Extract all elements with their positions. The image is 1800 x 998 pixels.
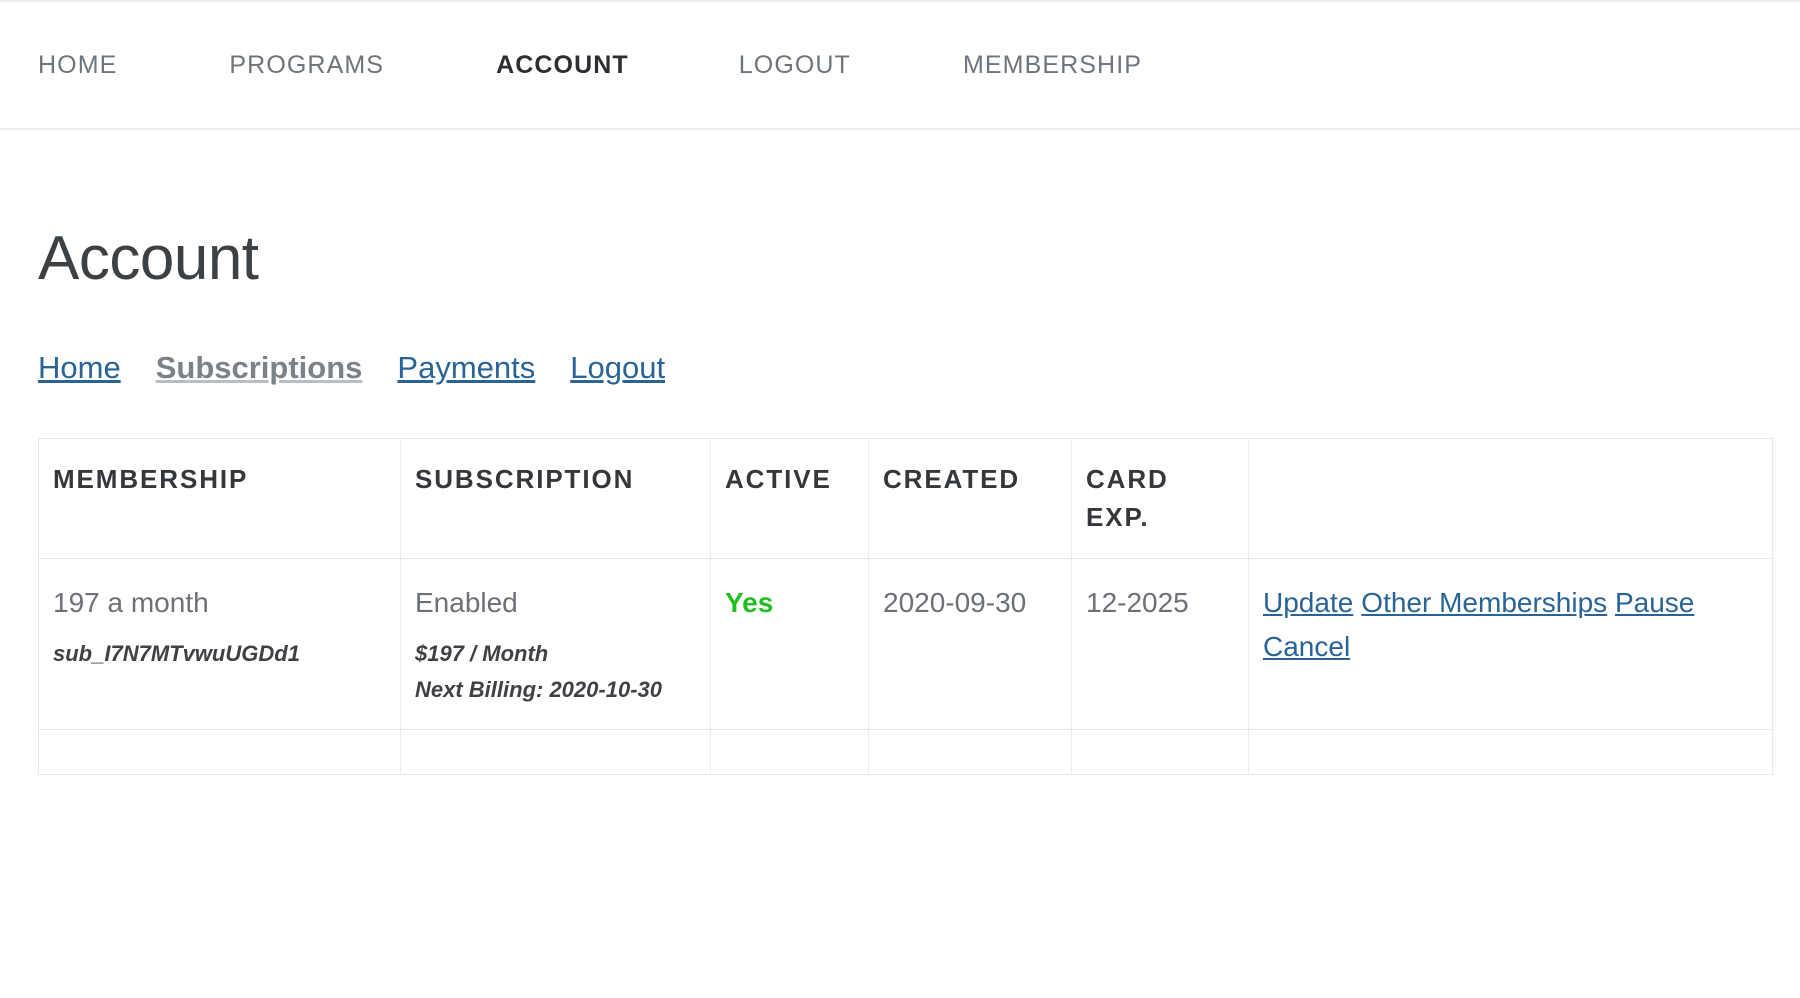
cell-actions: Update Other Memberships Pause Cancel xyxy=(1249,559,1773,730)
table-body: 197 a month sub_I7N7MTvwuUGDd1 Enabled $… xyxy=(39,559,1773,775)
subnav-item-subscriptions[interactable]: Subscriptions xyxy=(156,350,363,386)
main-content: Account Home Subscriptions Payments Logo… xyxy=(0,130,1800,775)
membership-name: 197 a month xyxy=(53,581,386,624)
site-header: HOME PROGRAMS ACCOUNT LOGOUT MEMBERSHIP xyxy=(0,0,1800,130)
cell-subscription xyxy=(401,729,711,774)
column-header-active: ACTIVE xyxy=(711,439,869,559)
cell-created: 2020-09-30 xyxy=(869,559,1072,730)
active-status-badge: Yes xyxy=(725,587,773,618)
created-date: 2020-09-30 xyxy=(883,587,1026,618)
cell-card-exp xyxy=(1072,729,1249,774)
cell-membership xyxy=(39,729,401,774)
cell-active xyxy=(711,729,869,774)
card-expiry: 12-2025 xyxy=(1086,587,1189,618)
other-memberships-link[interactable]: Other Memberships xyxy=(1361,587,1607,618)
subscriptions-table-wrapper: MEMBERSHIP SUBSCRIPTION ACTIVE CREATED C… xyxy=(38,438,1772,775)
table-header: MEMBERSHIP SUBSCRIPTION ACTIVE CREATED C… xyxy=(39,439,1773,559)
subnav-item-home[interactable]: Home xyxy=(38,350,121,386)
column-header-membership: MEMBERSHIP xyxy=(39,439,401,559)
subscription-status: Enabled xyxy=(415,581,696,624)
subscriptions-table: MEMBERSHIP SUBSCRIPTION ACTIVE CREATED C… xyxy=(38,438,1773,775)
column-header-actions xyxy=(1249,439,1773,559)
column-header-subscription: SUBSCRIPTION xyxy=(401,439,711,559)
column-header-created: CREATED xyxy=(869,439,1072,559)
update-link[interactable]: Update xyxy=(1263,587,1353,618)
subnav-item-payments[interactable]: Payments xyxy=(397,350,535,386)
cell-active: Yes xyxy=(711,559,869,730)
subscription-next-billing: Next Billing: 2020-10-30 xyxy=(415,673,696,707)
subscription-id: sub_I7N7MTvwuUGDd1 xyxy=(53,637,386,671)
cell-membership: 197 a month sub_I7N7MTvwuUGDd1 xyxy=(39,559,401,730)
subnav-item-logout[interactable]: Logout xyxy=(570,350,665,386)
nav-item-membership[interactable]: MEMBERSHIP xyxy=(963,51,1142,80)
column-header-card-exp: CARD EXP. xyxy=(1072,439,1249,559)
cancel-link[interactable]: Cancel xyxy=(1263,631,1350,662)
nav-item-programs[interactable]: PROGRAMS xyxy=(229,51,384,80)
nav-item-logout[interactable]: LOGOUT xyxy=(739,51,851,80)
table-row xyxy=(39,729,1773,774)
main-navigation: HOME PROGRAMS ACCOUNT LOGOUT MEMBERSHIP xyxy=(38,51,1142,80)
account-subnav: Home Subscriptions Payments Logout xyxy=(38,350,1800,386)
pause-link[interactable]: Pause xyxy=(1615,587,1694,618)
cell-actions xyxy=(1249,729,1773,774)
cell-created xyxy=(869,729,1072,774)
nav-item-account[interactable]: ACCOUNT xyxy=(496,51,629,80)
page-title: Account xyxy=(38,170,1800,290)
table-header-row: MEMBERSHIP SUBSCRIPTION ACTIVE CREATED C… xyxy=(39,439,1773,559)
table-row: 197 a month sub_I7N7MTvwuUGDd1 Enabled $… xyxy=(39,559,1773,730)
cell-subscription: Enabled $197 / Month Next Billing: 2020-… xyxy=(401,559,711,730)
nav-item-home[interactable]: HOME xyxy=(38,51,117,80)
subscription-price: $197 / Month xyxy=(415,637,696,671)
cell-card-exp: 12-2025 xyxy=(1072,559,1249,730)
